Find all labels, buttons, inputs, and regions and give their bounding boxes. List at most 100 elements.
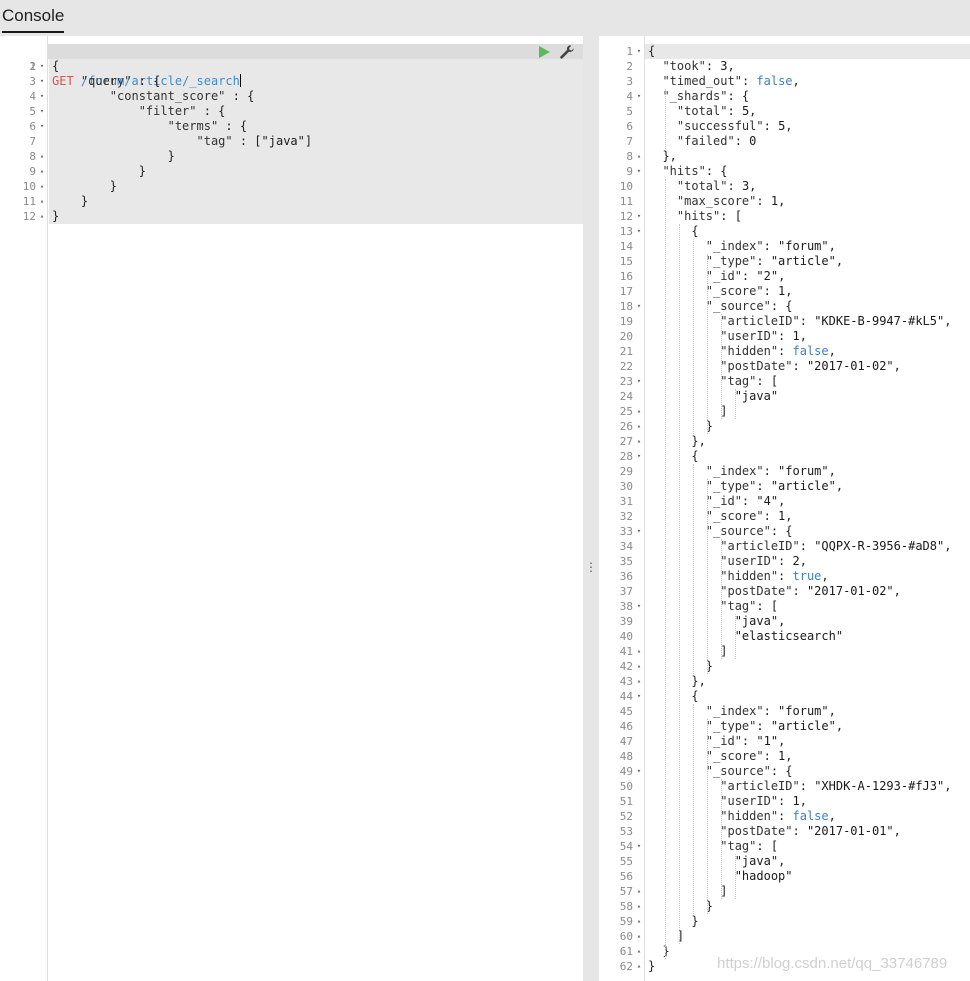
fold-open-icon[interactable]: ▾ [635,599,643,614]
fold-open-icon[interactable]: ▾ [635,449,643,464]
fold-close-icon[interactable]: ▴ [635,959,643,974]
fold-close-icon[interactable]: ▴ [635,929,643,944]
response-line-text[interactable]: "java", [648,614,786,629]
fold-open-icon[interactable]: ▾ [38,59,46,74]
fold-close-icon[interactable]: ▴ [635,149,643,164]
response-line-text[interactable]: "_source": { [648,764,793,779]
fold-open-icon[interactable]: ▾ [635,224,643,239]
response-line-text[interactable]: }, [648,149,676,164]
fold-close-icon[interactable]: ▴ [38,209,46,224]
response-line-text[interactable]: "tag": [ [648,839,778,854]
response-line-text[interactable]: { [648,44,655,59]
response-line-text[interactable]: "timed_out": false, [648,74,799,89]
request-line-text[interactable]: } [52,164,146,179]
response-line-text[interactable]: "tag": [ [648,599,778,614]
fold-close-icon[interactable]: ▴ [38,164,46,179]
response-line-text[interactable]: "hits": { [648,164,727,179]
request-code[interactable]: 1 GET /forum/article/_search 2 ▾{3 ▾ "quer… [0,44,583,224]
response-line-text[interactable]: "_index": "forum", [648,239,836,254]
fold-open-icon[interactable]: ▾ [38,74,46,89]
response-line-text[interactable]: "took": 3, [648,59,734,74]
fold-close-icon[interactable]: ▴ [635,899,643,914]
response-line-text[interactable]: "_index": "forum", [648,704,836,719]
response-line-text[interactable]: "_id": "2", [648,269,786,284]
fold-close-icon[interactable]: ▴ [635,434,643,449]
request-line-text[interactable]: "terms" : { [52,119,247,134]
response-viewer[interactable]: 1 ▾{2 "took": 3, 3 "timed_out": false, 4 ▾ "… [599,36,970,981]
response-line-text[interactable]: "postDate": "2017-01-02", [648,584,901,599]
vertical-ellipsis-icon[interactable]: ⋮ [583,561,599,573]
request-line-text[interactable]: { [52,59,59,74]
request-line-text[interactable]: "tag" : ["java"] [52,134,313,149]
request-line-text[interactable]: } [52,194,88,209]
request-editor[interactable]: 1 GET /forum/article/_search 2 ▾{3 ▾ "quer… [0,36,583,981]
response-line-text[interactable]: ] [648,884,727,899]
response-line-text[interactable]: "hidden": true, [648,569,828,584]
fold-close-icon[interactable]: ▴ [635,644,643,659]
response-line-text[interactable]: } [648,959,655,974]
request-line-text[interactable]: } [52,179,117,194]
fold-close-icon[interactable]: ▴ [635,914,643,929]
response-line-text[interactable]: "_index": "forum", [648,464,836,479]
response-line-text[interactable]: "userID": 1, [648,329,807,344]
fold-open-icon[interactable]: ▾ [38,119,46,134]
fold-close-icon[interactable]: ▴ [38,194,46,209]
response-line-text[interactable]: "java" [648,389,778,404]
fold-close-icon[interactable]: ▴ [38,179,46,194]
response-line-text[interactable]: } [648,944,669,959]
response-line-text[interactable]: "_shards": { [648,89,749,104]
response-line-text[interactable]: "max_score": 1, [648,194,785,209]
fold-close-icon[interactable]: ▴ [38,149,46,164]
fold-open-icon[interactable]: ▾ [635,89,643,104]
play-icon[interactable] [537,45,551,59]
fold-close-icon[interactable]: ▴ [635,674,643,689]
response-line-text[interactable]: "_source": { [648,299,793,314]
response-line-text[interactable]: "postDate": "2017-01-02", [648,359,901,374]
fold-close-icon[interactable]: ▴ [635,884,643,899]
response-line-text[interactable]: "java", [648,854,786,869]
response-line-text[interactable]: } [648,899,713,914]
response-line-text[interactable]: "_source": { [648,524,793,539]
fold-open-icon[interactable]: ▾ [38,89,46,104]
fold-open-icon[interactable]: ▾ [635,44,643,59]
response-line-text[interactable]: "_type": "article", [648,254,843,269]
fold-open-icon[interactable]: ▾ [635,524,643,539]
response-code[interactable]: 1 ▾{2 "took": 3, 3 "timed_out": false, 4 ▾ "… [599,44,970,974]
response-line-text[interactable]: } [648,419,713,434]
response-line-text[interactable]: "_id": "1", [648,734,786,749]
response-line-text[interactable]: "tag": [ [648,374,778,389]
fold-open-icon[interactable]: ▾ [635,164,643,179]
response-line-text[interactable]: "hidden": false, [648,344,836,359]
fold-open-icon[interactable]: ▾ [635,764,643,779]
response-line-text[interactable]: "userID": 1, [648,794,807,809]
response-line-text[interactable]: "elasticsearch" [648,629,843,644]
request-line-text[interactable]: } [52,209,59,224]
response-line-text[interactable]: }, [648,434,705,449]
response-line-text[interactable]: } [648,659,713,674]
response-line-text[interactable]: "_score": 1, [648,749,793,764]
response-line-text[interactable]: }, [648,674,705,689]
response-line-text[interactable]: "_score": 1, [648,284,793,299]
wrench-icon[interactable] [559,44,575,60]
fold-open-icon[interactable]: ▾ [635,689,643,704]
request-line-text[interactable]: } [52,149,175,164]
response-line-text[interactable]: "hits": [ [648,209,742,224]
fold-close-icon[interactable]: ▴ [635,419,643,434]
response-line-text[interactable]: ] [648,404,727,419]
fold-open-icon[interactable]: ▾ [635,839,643,854]
response-line-text[interactable]: } [648,914,698,929]
tab-console[interactable]: Console [2,6,65,33]
response-line-text[interactable]: { [648,449,698,464]
response-line-text[interactable]: "_id": "4", [648,494,786,509]
response-line-text[interactable]: "_type": "article", [648,479,843,494]
fold-open-icon[interactable]: ▾ [635,209,643,224]
response-line-text[interactable]: "hidden": false, [648,809,836,824]
response-line-text[interactable]: { [648,224,698,239]
response-line-text[interactable]: "_score": 1, [648,509,793,524]
fold-close-icon[interactable]: ▴ [635,659,643,674]
pane-splitter[interactable]: ⋮ [583,36,599,981]
fold-close-icon[interactable]: ▴ [635,944,643,959]
request-line-text[interactable]: "query" : { [52,74,160,89]
response-line-text[interactable]: ] [648,644,727,659]
response-line-text[interactable]: "userID": 2, [648,554,807,569]
